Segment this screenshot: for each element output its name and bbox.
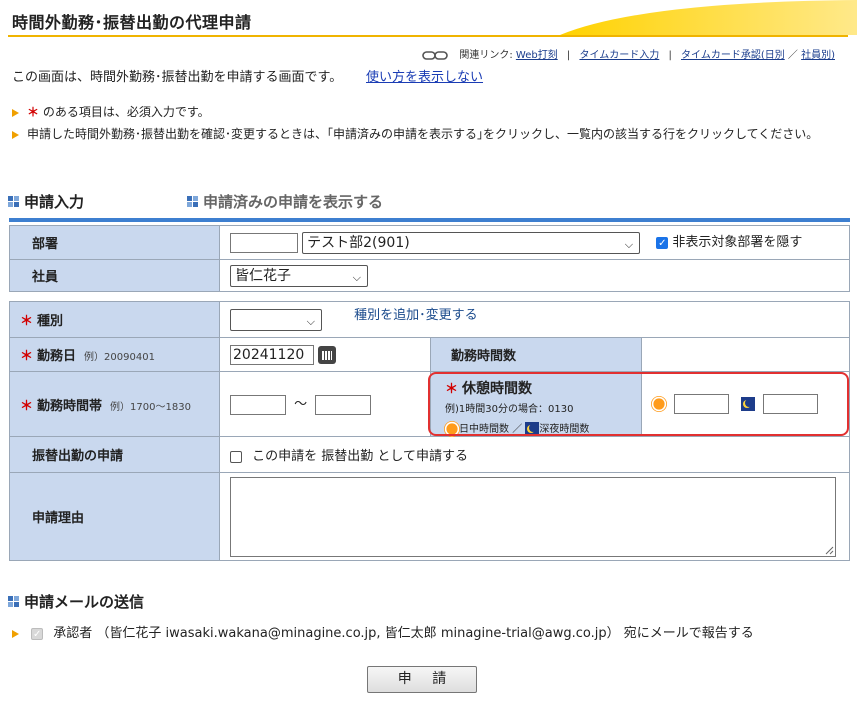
workrange-label-cell: ＊勤務時間帯 例）1700～1830 [9, 371, 220, 437]
note-confirm: 申請した時間外勤務･振替出勤を確認･変更するときは、｢申請済みの申請を表示する｣… [12, 125, 842, 144]
substitute-cell: この申請を 振替出勤 として申請する [219, 436, 850, 473]
link-timecard-approval-employee[interactable]: 社員別) [801, 50, 835, 61]
grid-icon [8, 196, 20, 208]
reason-label: 申請理由 [9, 472, 220, 561]
grid-icon [8, 596, 20, 608]
toggle-help-link[interactable]: 使い方を表示しない [366, 66, 483, 85]
chevron-down-icon: ⌵ [352, 270, 361, 284]
dept-label: 部署 [9, 225, 220, 260]
mail-section-title: 申請メールの送信 [8, 591, 144, 612]
range-from-input[interactable] [230, 394, 286, 415]
note-required-text: のある項目は、必須入力です。 [42, 105, 210, 119]
slash-separator: ／ [787, 50, 798, 61]
workdate-example: 例）20090401 [84, 352, 155, 363]
required-star: ＊ [20, 349, 34, 364]
range-separator: ～ [294, 397, 308, 413]
related-links: 関連リンク: Web打刻 | タイムカード入力 | タイムカード承認(日別 ／ … [422, 46, 835, 61]
link-timecard-input[interactable]: タイムカード入力 [579, 50, 659, 61]
workhours-label: 勤務時間数 [430, 337, 642, 372]
reason-textarea[interactable] [230, 476, 836, 557]
link-timecard-approval-daily[interactable]: タイムカード承認(日別 [681, 50, 785, 61]
page-title: 時間外勤務･振替出勤の代理申請 [12, 13, 252, 32]
required-star: ＊ [20, 314, 34, 329]
workrange-label: 勤務時間帯 [37, 398, 103, 414]
workdate-input[interactable]: 20241120 [230, 344, 314, 365]
range-to-input[interactable] [315, 394, 372, 415]
chevron-down-icon: ⌵ [624, 237, 634, 251]
employee-cell: 皆仁花子 ⌵ [219, 259, 850, 292]
note-confirm-text: 申請した時間外勤務･振替出勤を確認･変更するときは、｢申請済みの申請を表示する｣… [27, 127, 819, 141]
workdate-label-cell: ＊勤務日 例）20090401 [9, 337, 220, 372]
title-underline [8, 35, 848, 37]
workrange-example: 例）1700～1830 [110, 401, 191, 413]
workrange-cell: ～ [219, 371, 431, 437]
tab-show-applied-label: 申請済みの申請を表示する [203, 193, 384, 211]
submit-button[interactable]: 申 請 [367, 666, 477, 693]
link-web-dakoku[interactable]: Web打刻 [516, 50, 558, 61]
dept-cell: テスト部2(901) ⌵ ✓ 非表示対象部署を隠す [219, 225, 850, 260]
mail-section-label: 申請メールの送信 [24, 593, 145, 611]
substitute-label: 振替出勤の申請 [9, 436, 220, 473]
employee-select-value: 皆仁花子 [235, 267, 291, 284]
mail-recipient-row: ✓ 承認者 （皆仁花子 iwasaki.wakana@minagine.co.j… [12, 622, 754, 641]
substitute-checkbox[interactable] [230, 450, 242, 463]
mail-checkbox: ✓ [31, 627, 44, 640]
break-highlight-box [428, 372, 849, 436]
note-required: ＊ のある項目は、必須入力です。 [12, 103, 842, 122]
link-chain-icon [422, 50, 448, 60]
target-table: 部署 テスト部2(901) ⌵ ✓ 非表示対象部署を隠す 社員 皆仁花子 ⌵ [9, 225, 850, 292]
tab-show-applied[interactable]: 申請済みの申請を表示する [187, 191, 383, 212]
bullet-arrow-icon [12, 130, 19, 139]
reason-cell [219, 472, 850, 561]
workdate-label: 勤務日 [37, 349, 77, 364]
required-star: ＊ [27, 105, 40, 119]
related-label: 関連リンク: [459, 50, 513, 61]
grid-icon [187, 196, 199, 208]
dept-select[interactable]: テスト部2(901) ⌵ [302, 231, 641, 254]
hide-dept-label: 非表示対象部署を隠す [672, 235, 803, 251]
required-star: ＊ [20, 398, 34, 414]
tab-input[interactable]: 申請入力 [8, 191, 84, 212]
dept-code-input[interactable] [230, 232, 298, 253]
chevron-down-icon: ⌵ [306, 314, 315, 328]
workhours-value [641, 337, 850, 372]
substitute-checkbox-text: この申請を 振替出勤 として申請する [252, 449, 469, 464]
dept-select-value: テスト部2(901) [307, 234, 410, 251]
kind-label: 種別 [37, 314, 64, 329]
bullet-arrow-icon [12, 629, 19, 638]
kind-edit-link[interactable]: 種別を追加･変更する [354, 308, 478, 323]
resize-handle-icon[interactable] [824, 545, 834, 555]
kind-select[interactable]: ⌵ [230, 308, 322, 331]
intro-text: この画面は、時間外勤務･振替出勤を申請する画面です。 [12, 70, 343, 85]
calendar-icon[interactable] [318, 345, 337, 364]
hide-dept-option[interactable]: ✓ 非表示対象部署を隠す [656, 235, 802, 250]
tab-underline [9, 218, 850, 222]
mail-recipient-text: 承認者 （皆仁花子 iwasaki.wakana@minagine.co.jp,… [53, 626, 754, 641]
employee-select[interactable]: 皆仁花子 ⌵ [230, 264, 368, 287]
employee-label: 社員 [9, 259, 220, 292]
bullet-arrow-icon [12, 108, 19, 117]
tab-input-label: 申請入力 [24, 193, 85, 211]
separator: | [668, 50, 672, 61]
kind-cell: ⌵ 種別を追加･変更する [219, 301, 850, 338]
separator: | [566, 50, 571, 61]
hide-dept-checkbox[interactable]: ✓ [656, 236, 669, 249]
workdate-cell: 20241120 [219, 337, 431, 372]
kind-label-cell: ＊種別 [9, 301, 220, 338]
